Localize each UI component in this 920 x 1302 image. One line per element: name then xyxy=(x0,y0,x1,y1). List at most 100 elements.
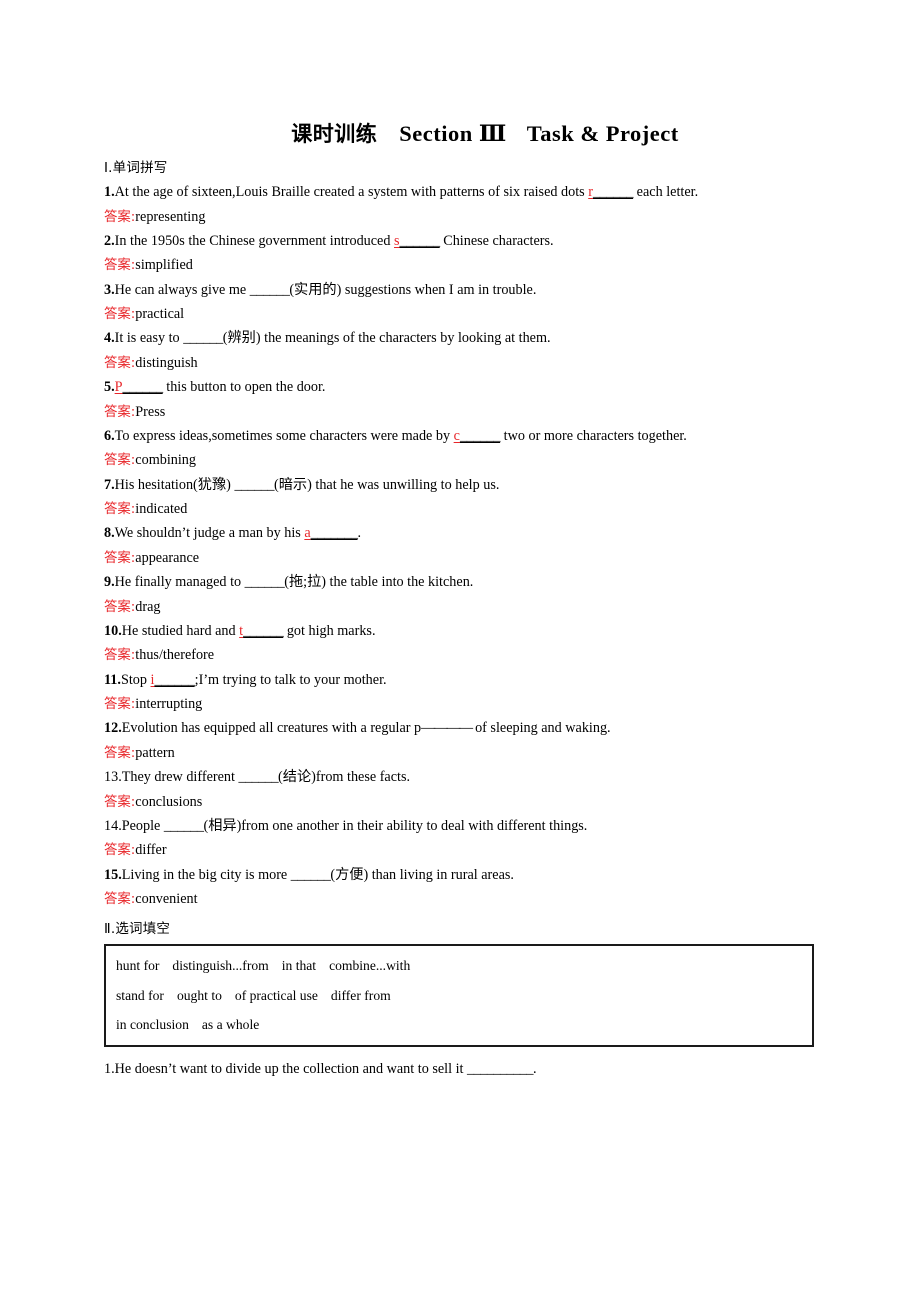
question-line: 7.His hesitation(犹豫) ______(暗示) that he … xyxy=(104,476,826,495)
question-line: 6.To express ideas,sometimes some charac… xyxy=(104,427,826,446)
answer-label: 答案: xyxy=(104,209,136,225)
answer-line: 答案:thus/therefore xyxy=(104,646,826,665)
word-bank-item: combine...with xyxy=(329,958,411,974)
cloze-question-line: 1.He doesn’t want to divide up the colle… xyxy=(104,1060,826,1079)
title-chinese: 课时训练 xyxy=(291,122,378,146)
question-number: 3. xyxy=(104,281,115,298)
answer-value: combining xyxy=(135,452,196,469)
title-task: Task & Project xyxy=(526,121,679,146)
question-text-after: two or more characters together. xyxy=(500,427,687,444)
question-text-before: He can always give me xyxy=(114,281,250,298)
answer-blank: ______ xyxy=(243,622,284,639)
question-number: 7. xyxy=(104,476,115,493)
question-text-after: (辨别) the meanings of the characters by l… xyxy=(222,330,551,347)
answer-label: 答案: xyxy=(104,794,136,810)
question-line: 3.He can always give me ______(实用的) sugg… xyxy=(104,281,826,300)
question-text-before: People xyxy=(121,817,164,834)
question-line: 15.Living in the big city is more ______… xyxy=(104,866,826,885)
question-text-before: Living in the big city is more xyxy=(121,866,291,883)
page-title: 课时训练 Section Ⅲ Task & Project xyxy=(104,118,826,148)
question-text-after: (结论)from these facts. xyxy=(278,769,411,786)
question-line: 9.He finally managed to ______(拖;拉) the … xyxy=(104,573,826,592)
word-bank-item: hunt for xyxy=(116,958,160,974)
question-number: 9. xyxy=(104,574,115,591)
answer-label: 答案: xyxy=(104,307,136,323)
question-line: 10.He studied hard and t______ got high … xyxy=(104,622,826,641)
word-bank-item: of practical use xyxy=(234,987,318,1003)
answer-value: conclusions xyxy=(135,793,203,810)
answer-label: 答案: xyxy=(104,599,136,615)
answer-line: 答案:representing xyxy=(104,208,826,227)
answer-blank: ______ xyxy=(238,769,279,786)
answer-value: simplified xyxy=(135,257,193,274)
question-text-after: of sleeping and waking. xyxy=(471,720,611,737)
question-line: 1.At the age of sixteen,Louis Braille cr… xyxy=(104,183,826,202)
question-text-before: We shouldn’t judge a man by his xyxy=(114,525,305,542)
question-line: 11.Stop i______;I’m trying to talk to yo… xyxy=(104,671,826,690)
answer-label: 答案: xyxy=(104,404,136,420)
question-line: 5.P______ this button to open the door. xyxy=(104,378,826,397)
answer-line: 答案:simplified xyxy=(104,256,826,275)
question-number: 8. xyxy=(104,525,115,542)
question-line: 14.People ______(相异)from one another in … xyxy=(104,817,826,836)
question-text-before: Evolution has equipped all creatures wit… xyxy=(121,720,422,737)
document-content: 课时训练 Section Ⅲ Task & Project Ⅰ.单词拼写 1.At … xyxy=(104,118,826,1079)
question-number: 13. xyxy=(104,769,122,786)
title-section: Section Ⅲ xyxy=(399,121,507,146)
document-page: 课时训练 Section Ⅲ Task & Project Ⅰ.单词拼写 1.At … xyxy=(0,0,920,1302)
question-number: 6. xyxy=(104,427,115,444)
question-number: 11. xyxy=(104,671,121,688)
answer-label: 答案: xyxy=(104,697,136,713)
question-number: 4. xyxy=(104,330,115,347)
word-bank-item: as a whole xyxy=(201,1016,260,1032)
answer-line: 答案:differ xyxy=(104,841,826,860)
question-text-after: Chinese characters. xyxy=(439,232,554,249)
question-number: 2. xyxy=(104,232,115,249)
answer-blank: ______ xyxy=(459,427,501,444)
word-bank-box: hunt for distinguish...from in that combine… xyxy=(104,944,814,1048)
answer-blank: ______ xyxy=(154,671,195,688)
answer-blank: ______ xyxy=(183,330,223,347)
answer-value: convenient xyxy=(135,891,198,908)
word-bank-row: stand for ought to of practical use differ … xyxy=(116,987,812,1004)
question-text-before: He finally managed to xyxy=(114,574,245,591)
word-bank-item: ought to xyxy=(176,987,222,1003)
question-line: 13.They drew different ______(结论)from th… xyxy=(104,768,826,787)
answer-label: 答案: xyxy=(104,745,136,761)
question-text-before: At the age of sixteen,Louis Braille crea… xyxy=(114,184,589,201)
spelling-exercise-list: 1.At the age of sixteen,Louis Braille cr… xyxy=(104,183,826,909)
answer-line: 答案:indicated xyxy=(104,500,826,519)
hint-letter: P xyxy=(114,379,123,396)
word-bank-row: in conclusion as a whole xyxy=(116,1016,812,1033)
answer-value: representing xyxy=(135,208,206,225)
cloze-exercise-list: 1.He doesn’t want to divide up the colle… xyxy=(104,1060,826,1079)
question-line: 2.In the 1950s the Chinese government in… xyxy=(104,232,826,251)
answer-line: 答案:pattern xyxy=(104,744,826,763)
answer-label: 答案: xyxy=(104,355,136,371)
answer-line: 答案:practical xyxy=(104,305,826,324)
question-text-after: this button to open the door. xyxy=(162,379,326,396)
section-header-cloze: Ⅱ.选词填空 xyxy=(104,920,171,937)
answer-line: 答案:Press xyxy=(104,403,826,422)
answer-label: 答案: xyxy=(104,892,136,908)
answer-label: 答案: xyxy=(104,648,136,664)
answer-blank: ______ xyxy=(244,574,285,591)
question-text-before: It is easy to xyxy=(114,330,184,347)
answer-value: drag xyxy=(135,598,161,615)
question-text-before: His hesitation(犹豫) xyxy=(114,476,235,493)
question-text-after: got high marks. xyxy=(283,622,376,639)
question-text-before: Stop xyxy=(120,671,151,688)
answer-blank: ______ xyxy=(249,281,290,298)
answer-value: pattern xyxy=(135,744,175,761)
question-number: 5. xyxy=(104,379,115,396)
word-bank-item: differ from xyxy=(330,987,391,1003)
answer-label: 答案: xyxy=(104,843,136,859)
question-text-after: each letter. xyxy=(633,184,699,201)
answer-blank: __________ xyxy=(467,1061,533,1078)
answer-line: 答案:drag xyxy=(104,598,826,617)
question-text-before: He studied hard and xyxy=(121,622,240,639)
answer-value: differ xyxy=(135,842,167,859)
answer-blank: _______ xyxy=(310,525,358,542)
answer-line: 答案:distinguish xyxy=(104,354,826,373)
word-bank-item: distinguish...from xyxy=(172,958,269,974)
